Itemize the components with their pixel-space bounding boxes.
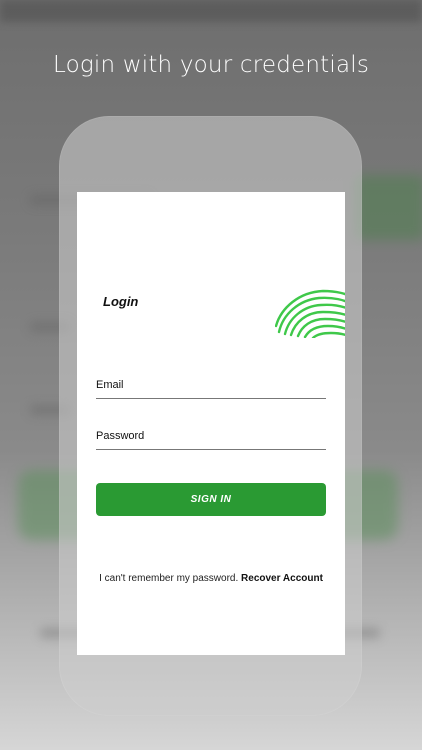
background-blur-accent [355,175,422,240]
sign-in-button[interactable]: SIGN IN [96,483,326,516]
login-screen: Login Email Password SIGN IN I can't rem… [77,192,345,655]
email-field[interactable]: Email [96,378,326,399]
login-title: Login [103,294,139,309]
email-label: Email [96,379,124,391]
password-label: Password [96,430,145,442]
password-field[interactable]: Password [96,429,326,450]
recover-row: I can't remember my password. Recover Ac… [77,573,345,584]
recover-account-link[interactable]: Recover Account [241,573,323,584]
forgot-password-text: I can't remember my password. [99,573,239,584]
promo-headline: Login with your credentials [52,52,370,78]
fingerprint-icon [275,289,345,338]
background-status-bar [0,0,422,22]
